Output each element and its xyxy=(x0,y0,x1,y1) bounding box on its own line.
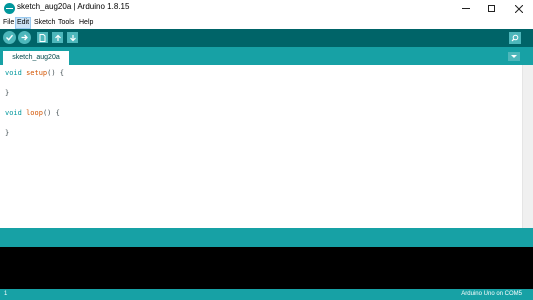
toolbar xyxy=(0,29,533,47)
console-output[interactable] xyxy=(0,247,533,289)
code-line: } xyxy=(5,88,9,98)
tab-menu-button[interactable] xyxy=(508,52,520,61)
code-keyword: void xyxy=(5,109,22,117)
window-title: sketch_aug20a | Arduino 1.8.15 xyxy=(17,2,130,11)
upload-icon xyxy=(21,34,28,41)
menu-sketch[interactable]: Sketch xyxy=(33,17,56,29)
menu-bar: File Edit Sketch Tools Help xyxy=(0,17,533,29)
close-icon xyxy=(514,4,523,13)
code-line: void loop() { xyxy=(5,108,60,118)
verify-button[interactable] xyxy=(3,31,16,44)
title-bar: sketch_aug20a | Arduino 1.8.15 xyxy=(0,0,533,17)
editor-scrollbar[interactable] xyxy=(522,65,533,228)
tab-bar: sketch_aug20a xyxy=(0,47,533,65)
new-button[interactable] xyxy=(37,32,48,43)
code-text: } xyxy=(5,129,10,137)
tab-menu-icon xyxy=(511,55,517,58)
serial-monitor-button[interactable] xyxy=(509,32,521,44)
footer-bar: 1 Arduino Uno on COM5 xyxy=(0,289,533,300)
verify-icon xyxy=(6,34,14,41)
code-line: } xyxy=(5,128,9,138)
close-button[interactable] xyxy=(505,0,532,17)
code-line: void setup() { xyxy=(5,68,64,78)
menu-edit[interactable]: Edit xyxy=(15,17,32,29)
status-bar xyxy=(0,228,533,247)
menu-tools[interactable]: Tools xyxy=(57,17,75,29)
save-icon xyxy=(69,34,76,41)
board-info: Arduino Uno on COM5 xyxy=(461,291,522,297)
arduino-icon xyxy=(4,3,15,14)
serial-monitor-icon xyxy=(511,34,519,42)
tab-sketch[interactable]: sketch_aug20a xyxy=(3,51,69,65)
menu-file[interactable]: File xyxy=(2,17,15,29)
minimize-icon xyxy=(461,8,470,9)
code-text: } xyxy=(5,89,10,97)
open-icon xyxy=(54,34,61,41)
minimize-button[interactable] xyxy=(452,0,479,17)
maximize-button[interactable] xyxy=(478,0,505,17)
code-function: loop xyxy=(26,109,43,117)
new-icon xyxy=(39,33,46,42)
code-editor[interactable]: void setup() { } void loop() { } xyxy=(0,65,522,228)
line-number: 1 xyxy=(4,291,8,297)
code-text: () { xyxy=(47,69,65,77)
code-keyword: void xyxy=(5,69,22,77)
save-button[interactable] xyxy=(67,32,78,43)
code-text: () { xyxy=(42,109,60,117)
open-button[interactable] xyxy=(52,32,63,43)
maximize-icon xyxy=(488,5,495,12)
upload-button[interactable] xyxy=(18,31,31,44)
menu-help[interactable]: Help xyxy=(78,17,94,29)
code-function: setup xyxy=(26,69,48,77)
